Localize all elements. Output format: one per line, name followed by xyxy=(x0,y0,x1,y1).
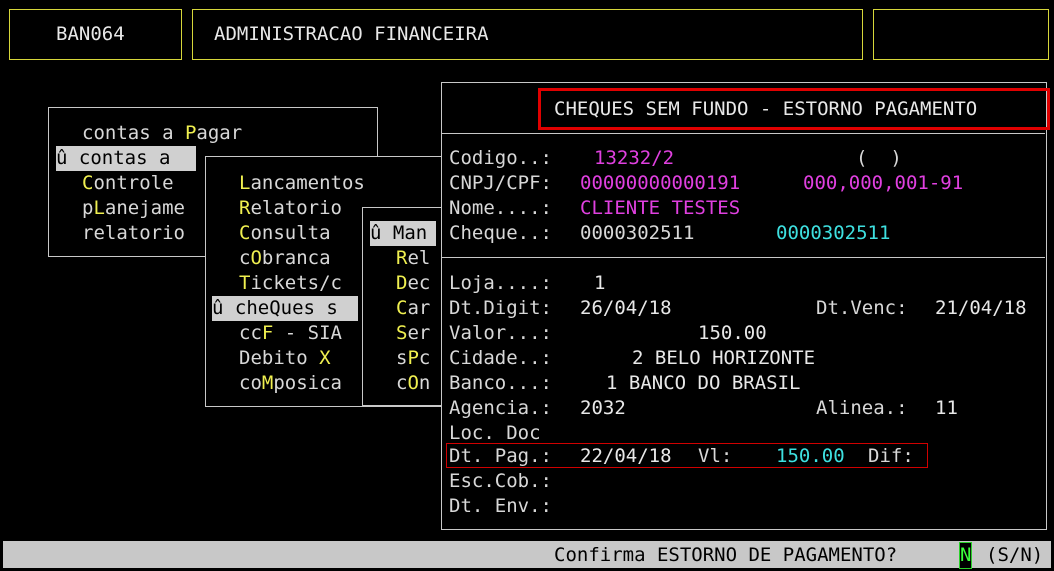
dt-pag-value[interactable]: 22/04/18 xyxy=(580,444,672,469)
valor-label: Valor...: xyxy=(449,322,552,344)
header-empty-box xyxy=(873,9,1049,60)
cheques-item-relatorio[interactable]: Rel xyxy=(396,246,430,271)
form-title-highlight xyxy=(538,88,1050,130)
codigo-label: Codigo..: xyxy=(449,147,552,169)
banco-label: Banco...: xyxy=(449,372,552,394)
vl-label: Vl: xyxy=(698,445,733,467)
cidade-value: 2 BELO HORIZONTE xyxy=(632,347,816,369)
submenu-item-relatorio[interactable]: Relatorio xyxy=(239,196,342,221)
submenu-item-consulta[interactable]: Consulta xyxy=(239,221,331,246)
alinea-value: 11 xyxy=(935,397,958,419)
agencia-label: Agencia.: xyxy=(449,397,552,419)
cheque-label: Cheque..: xyxy=(449,222,552,244)
menu-item-controle[interactable]: Controle xyxy=(82,171,174,196)
cheques-item-dec[interactable]: Dec xyxy=(396,271,430,296)
cnpj-value[interactable]: 00000000000191 xyxy=(580,171,740,196)
form-divider-mid xyxy=(442,257,1045,258)
cnpj-label: CNPJ/CPF: xyxy=(449,172,552,194)
dt-pag-label: Dt. Pag.: xyxy=(449,445,552,467)
dt-venc-value: 21/04/18 xyxy=(935,297,1027,319)
menu-item-planejamento[interactable]: pLanejame xyxy=(82,196,185,221)
loja-label: Loja....: xyxy=(449,272,552,294)
submenu-item-tickets[interactable]: Tickets/c xyxy=(239,271,342,296)
submenu-item-debito[interactable]: Debito X xyxy=(239,346,331,371)
form-divider-top xyxy=(442,133,1045,134)
agencia-value: 2032 xyxy=(580,397,626,419)
status-options: (S/N) xyxy=(986,544,1044,566)
codigo-extra: ( ) xyxy=(856,147,902,169)
vl-value[interactable]: 150.00 xyxy=(776,444,845,469)
cheque-value-2: 0000302511 xyxy=(776,222,891,244)
valor-value: 150.00 xyxy=(698,322,767,344)
confirm-input[interactable]: N xyxy=(958,542,973,569)
cheques-item-car[interactable]: Car xyxy=(396,296,430,321)
submenu-item-cobranca[interactable]: cObranca xyxy=(239,246,331,271)
submenu-item-cheques[interactable]: û cheQues s xyxy=(212,296,358,321)
cheques-item-con[interactable]: cOn xyxy=(396,371,430,396)
cheque-value[interactable]: 0000302511 xyxy=(580,221,694,246)
codigo-value[interactable]: 13232/2 xyxy=(594,146,674,171)
cnpj-formatted: 000,000,001-91 xyxy=(803,172,964,194)
nome-value: CLIENTE TESTES xyxy=(580,197,741,219)
cidade-label: Cidade..: xyxy=(449,347,552,369)
esc-cob-label: Esc.Cob.: xyxy=(449,470,552,492)
submenu-item-lancamentos[interactable]: Lancamentos xyxy=(239,171,365,196)
submenu-item-composicao[interactable]: coMposica xyxy=(239,371,342,396)
menu-item-contas-pagar[interactable]: contas a Pagar xyxy=(82,121,242,146)
menu-item-contas-receber[interactable]: û contas a xyxy=(56,146,196,171)
dif-label: Dif: xyxy=(868,445,914,467)
program-code: BAN064 xyxy=(56,23,125,45)
app-title: ADMINISTRACAO FINANCEIRA xyxy=(214,23,489,45)
dt-digit-value: 26/04/18 xyxy=(580,297,672,319)
loja-value: 1 xyxy=(594,272,606,294)
submenu-item-ccf[interactable]: ccF - SIA xyxy=(239,321,342,346)
dt-venc-label: Dt.Venc: xyxy=(816,297,908,319)
cheques-item-manutencao[interactable]: û Man xyxy=(370,221,436,246)
alinea-label: Alinea.: xyxy=(816,397,908,419)
cheques-item-ser[interactable]: Ser xyxy=(396,321,430,346)
cheques-item-spc[interactable]: sPc xyxy=(396,346,430,371)
nome-label: Nome....: xyxy=(449,197,552,219)
dt-env-label: Dt. Env.: xyxy=(449,495,552,517)
dt-digit-label: Dt.Digit: xyxy=(449,297,552,319)
menu-item-relatorios[interactable]: relatorio xyxy=(82,221,185,246)
status-prompt: Confirma ESTORNO DE PAGAMENTO? xyxy=(554,544,898,566)
banco-value: 1 BANCO DO BRASIL xyxy=(606,372,801,394)
